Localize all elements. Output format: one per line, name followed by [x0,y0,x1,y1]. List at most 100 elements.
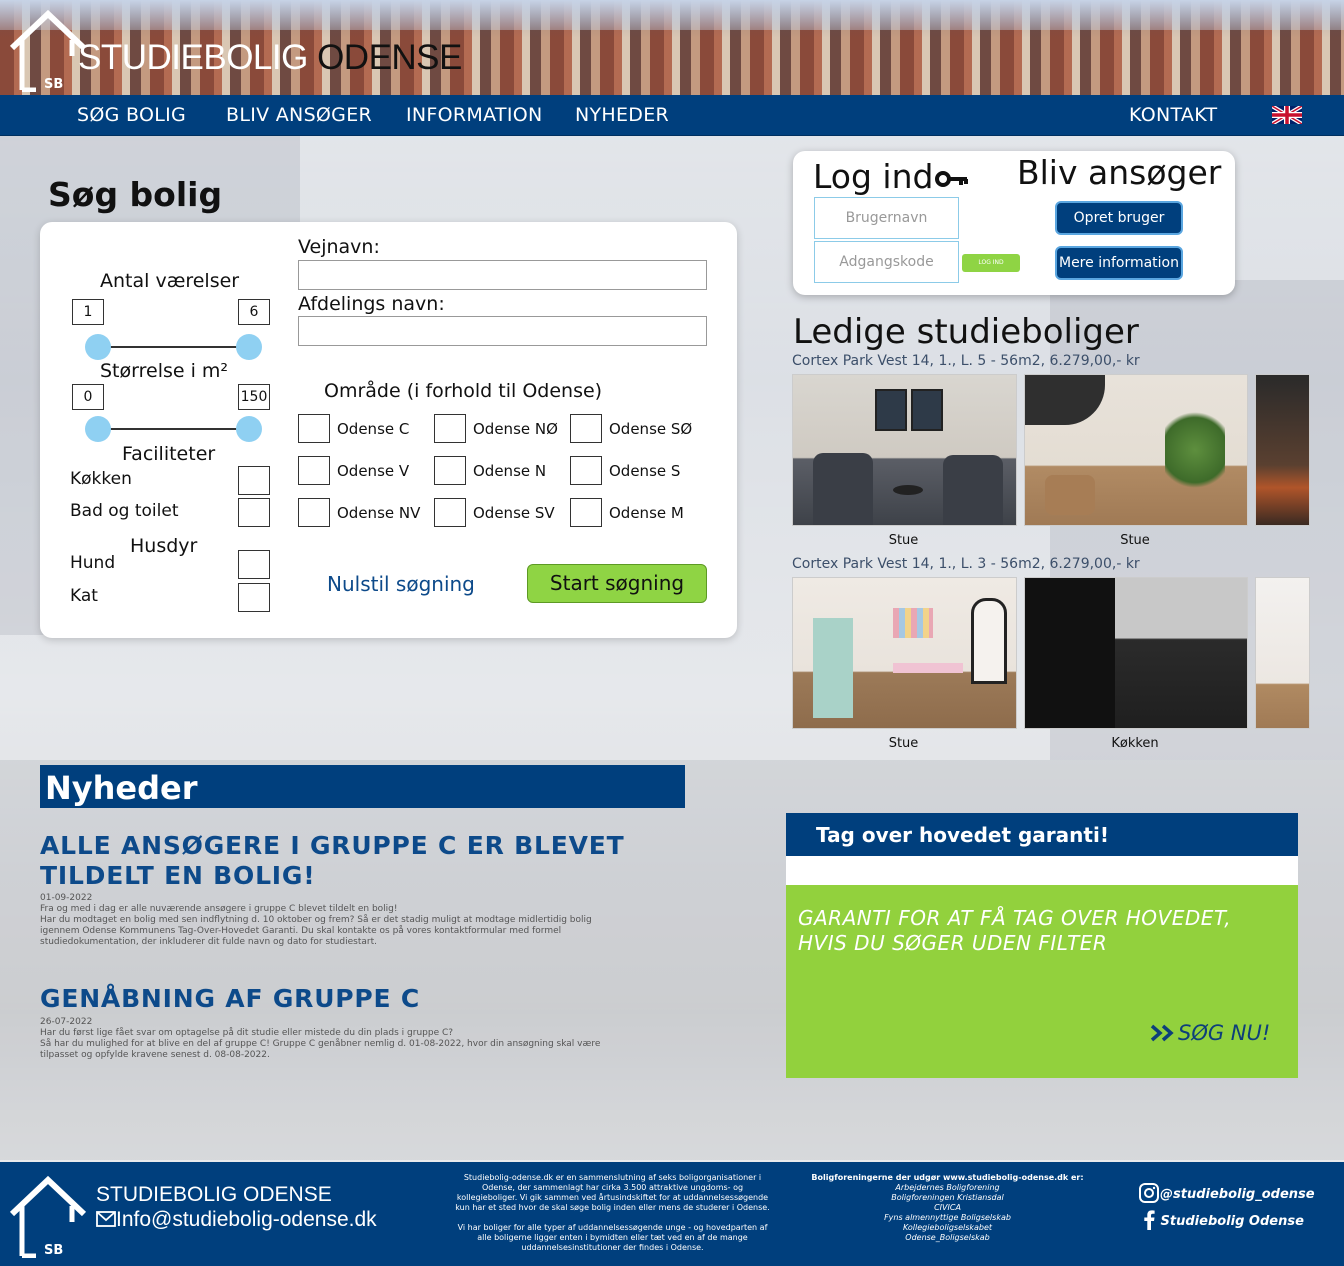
footer-org-link[interactable]: Odense_Boligselskab [800,1233,1095,1243]
password-input[interactable]: Adgangskode [814,241,959,283]
footer-facebook: Studiebolig Odense [1160,1214,1304,1229]
nav-item-nyheder[interactable]: NYHEDER [575,104,669,126]
department-input[interactable] [298,316,707,346]
size-slider-track [98,428,250,430]
area-checkbox-odense-nv[interactable] [298,498,330,527]
pet-cat-checkbox[interactable] [238,583,270,612]
footer-org-link[interactable]: CIVICA [800,1203,1095,1213]
photo-detail [1025,375,1105,425]
news-body-line: Så har du mulighed for at blive en del a… [40,1039,601,1049]
area-checkbox-odense-c[interactable] [298,414,330,443]
listing-photo-living-room[interactable] [1024,374,1248,526]
search-title: Søg bolig [48,175,223,214]
area-checkbox-odense-noe[interactable] [434,414,466,443]
street-input[interactable] [298,260,707,290]
footer-org-link[interactable]: Fyns almennyttige Boligselskab [800,1213,1095,1223]
nav-item-soeg-bolig[interactable]: SØG BOLIG [77,104,186,126]
guarantee-text-line: HVIS DU SØGER UDEN FILTER [798,931,1108,955]
logo-text: SB [44,77,63,92]
footer-brand: STUDIEBOLIG ODENSE [96,1183,332,1206]
create-user-button[interactable]: Opret bruger [1055,201,1183,235]
facility-bath-checkbox[interactable] [238,498,270,527]
pets-label: Husdyr [130,535,198,557]
area-label-odense-m: Odense M [609,504,684,522]
pet-dog-label: Hund [70,553,116,573]
nav-item-kontakt[interactable]: KONTAKT [1129,104,1217,126]
logo-house-icon[interactable]: SB [8,6,88,92]
news-body-line: Fra og med i dag er alle nuværende ansøg… [40,904,398,914]
listing-address[interactable]: Cortex Park Vest 14, 1., L. 5 - 56m2, 6.… [792,353,1140,369]
area-checkbox-odense-soe[interactable] [570,414,602,443]
login-button[interactable]: LOG IND [962,254,1020,272]
footer-logo-text: SB [44,1243,63,1258]
photo-detail [971,598,1007,684]
area-label-odense-s: Odense S [609,462,681,480]
rooms-max-field[interactable]: 6 [238,299,270,325]
area-checkbox-odense-n[interactable] [434,456,466,485]
size-slider-min-handle[interactable] [85,416,111,442]
listing-photo-living-room[interactable] [792,374,1017,526]
footer-org-link[interactable]: Kollegieboligselskabet [800,1223,1095,1233]
area-label-odense-n: Odense N [473,462,547,480]
size-min-field[interactable]: 0 [72,384,104,410]
department-label: Afdelings navn: [298,293,445,315]
footer-about-line: kollegieboliger. Vi gik sammen ved årtus… [456,1193,769,1202]
rooms-slider-max-handle[interactable] [236,334,262,360]
listing-address[interactable]: Cortex Park Vest 14, 1., L. 3 - 56m2, 6.… [792,556,1140,572]
rooms-slider-min-handle[interactable] [85,334,111,360]
facility-bath-label: Bad og toilet [70,501,179,521]
footer-orgs-title: Boligforeningerne der udgør www.studiebo… [811,1173,1084,1182]
apply-title: Bliv ansøger [1017,153,1222,192]
rooms-slider-track [98,346,250,348]
start-search-button[interactable]: Start søgning [527,564,707,603]
footer-facebook-link[interactable]: Studiebolig Odense [1142,1210,1304,1230]
area-checkbox-odense-sv[interactable] [434,498,466,527]
facility-kitchen-checkbox[interactable] [238,466,270,495]
listings-title: Ledige studieboliger [793,312,1139,352]
photo-caption: Køkken [1111,736,1159,751]
uk-flag-icon[interactable] [1272,106,1302,124]
photo-detail [893,485,923,495]
size-slider-max-handle[interactable] [236,416,262,442]
facebook-icon [1144,1210,1155,1230]
news-headline[interactable]: GENÅBNING AF GRUPPE C [40,984,420,1014]
news-headline-line: ALLE ANSØGERE I GRUPPE C ER BLEVET [40,831,625,860]
username-input[interactable]: Brugernavn [814,197,959,239]
listing-photo-kitchen[interactable] [1024,577,1248,729]
photo-detail [1165,405,1225,495]
photo-caption: Stue [888,533,919,548]
footer-org-link[interactable]: Boligforeningen Kristiansdal [800,1193,1095,1203]
site-title[interactable]: STUDIEBOLIG ODENSE [78,38,462,78]
news-body-line: tilpasset og opfylde kravene senest d. 0… [40,1050,270,1060]
footer-org-link[interactable]: Arbejdernes Boligforening [800,1183,1095,1193]
news-body-line: Har du modtaget en bolig med sen indflyt… [40,915,592,925]
size-max-field[interactable]: 150 [238,384,270,410]
rooms-min-field[interactable]: 1 [72,299,104,325]
area-checkbox-odense-m[interactable] [570,498,602,527]
footer-about-line: alle boligerne ligger enten i bymidten e… [477,1233,748,1242]
footer-instagram-link[interactable]: @studiebolig_odense [1138,1182,1315,1204]
footer-logo-house-icon[interactable]: SB [8,1172,88,1258]
search-now-link[interactable]: SØG NU! [1150,1021,1270,1045]
area-label-odense-sv: Odense SV [473,504,555,522]
listing-photo-bedroom[interactable] [1255,374,1310,526]
nav-item-information[interactable]: INFORMATION [406,104,543,126]
area-checkbox-odense-s[interactable] [570,456,602,485]
area-checkbox-odense-v[interactable] [298,456,330,485]
news-body: 26-07-2022 Har du først lige fået svar o… [40,1017,600,1061]
news-headline-line: TILDELT EN BOLIG! [40,861,316,890]
footer-email-link[interactable]: Info@studiebolig-odense.dk [96,1208,377,1232]
footer-email: Info@studiebolig-odense.dk [116,1208,377,1231]
nav-item-bliv-ansoeger[interactable]: BLIV ANSØGER [226,104,372,126]
area-label-odense-c: Odense C [337,420,410,438]
footer-about: Studiebolig-odense.dk er en sammenslutni… [425,1173,800,1253]
listing-photo-room[interactable] [1255,577,1310,729]
news-headline[interactable]: ALLE ANSØGERE I GRUPPE C ER BLEVET TILDE… [40,831,624,891]
more-info-button[interactable]: Mere information [1055,246,1183,280]
street-label: Vejnavn: [298,236,380,258]
login-title: Log ind [813,157,934,196]
listing-photo-living-room[interactable] [792,577,1017,729]
pet-dog-checkbox[interactable] [238,550,270,579]
reset-search-link[interactable]: Nulstil søgning [327,572,475,596]
guarantee-spacer [786,856,1298,885]
